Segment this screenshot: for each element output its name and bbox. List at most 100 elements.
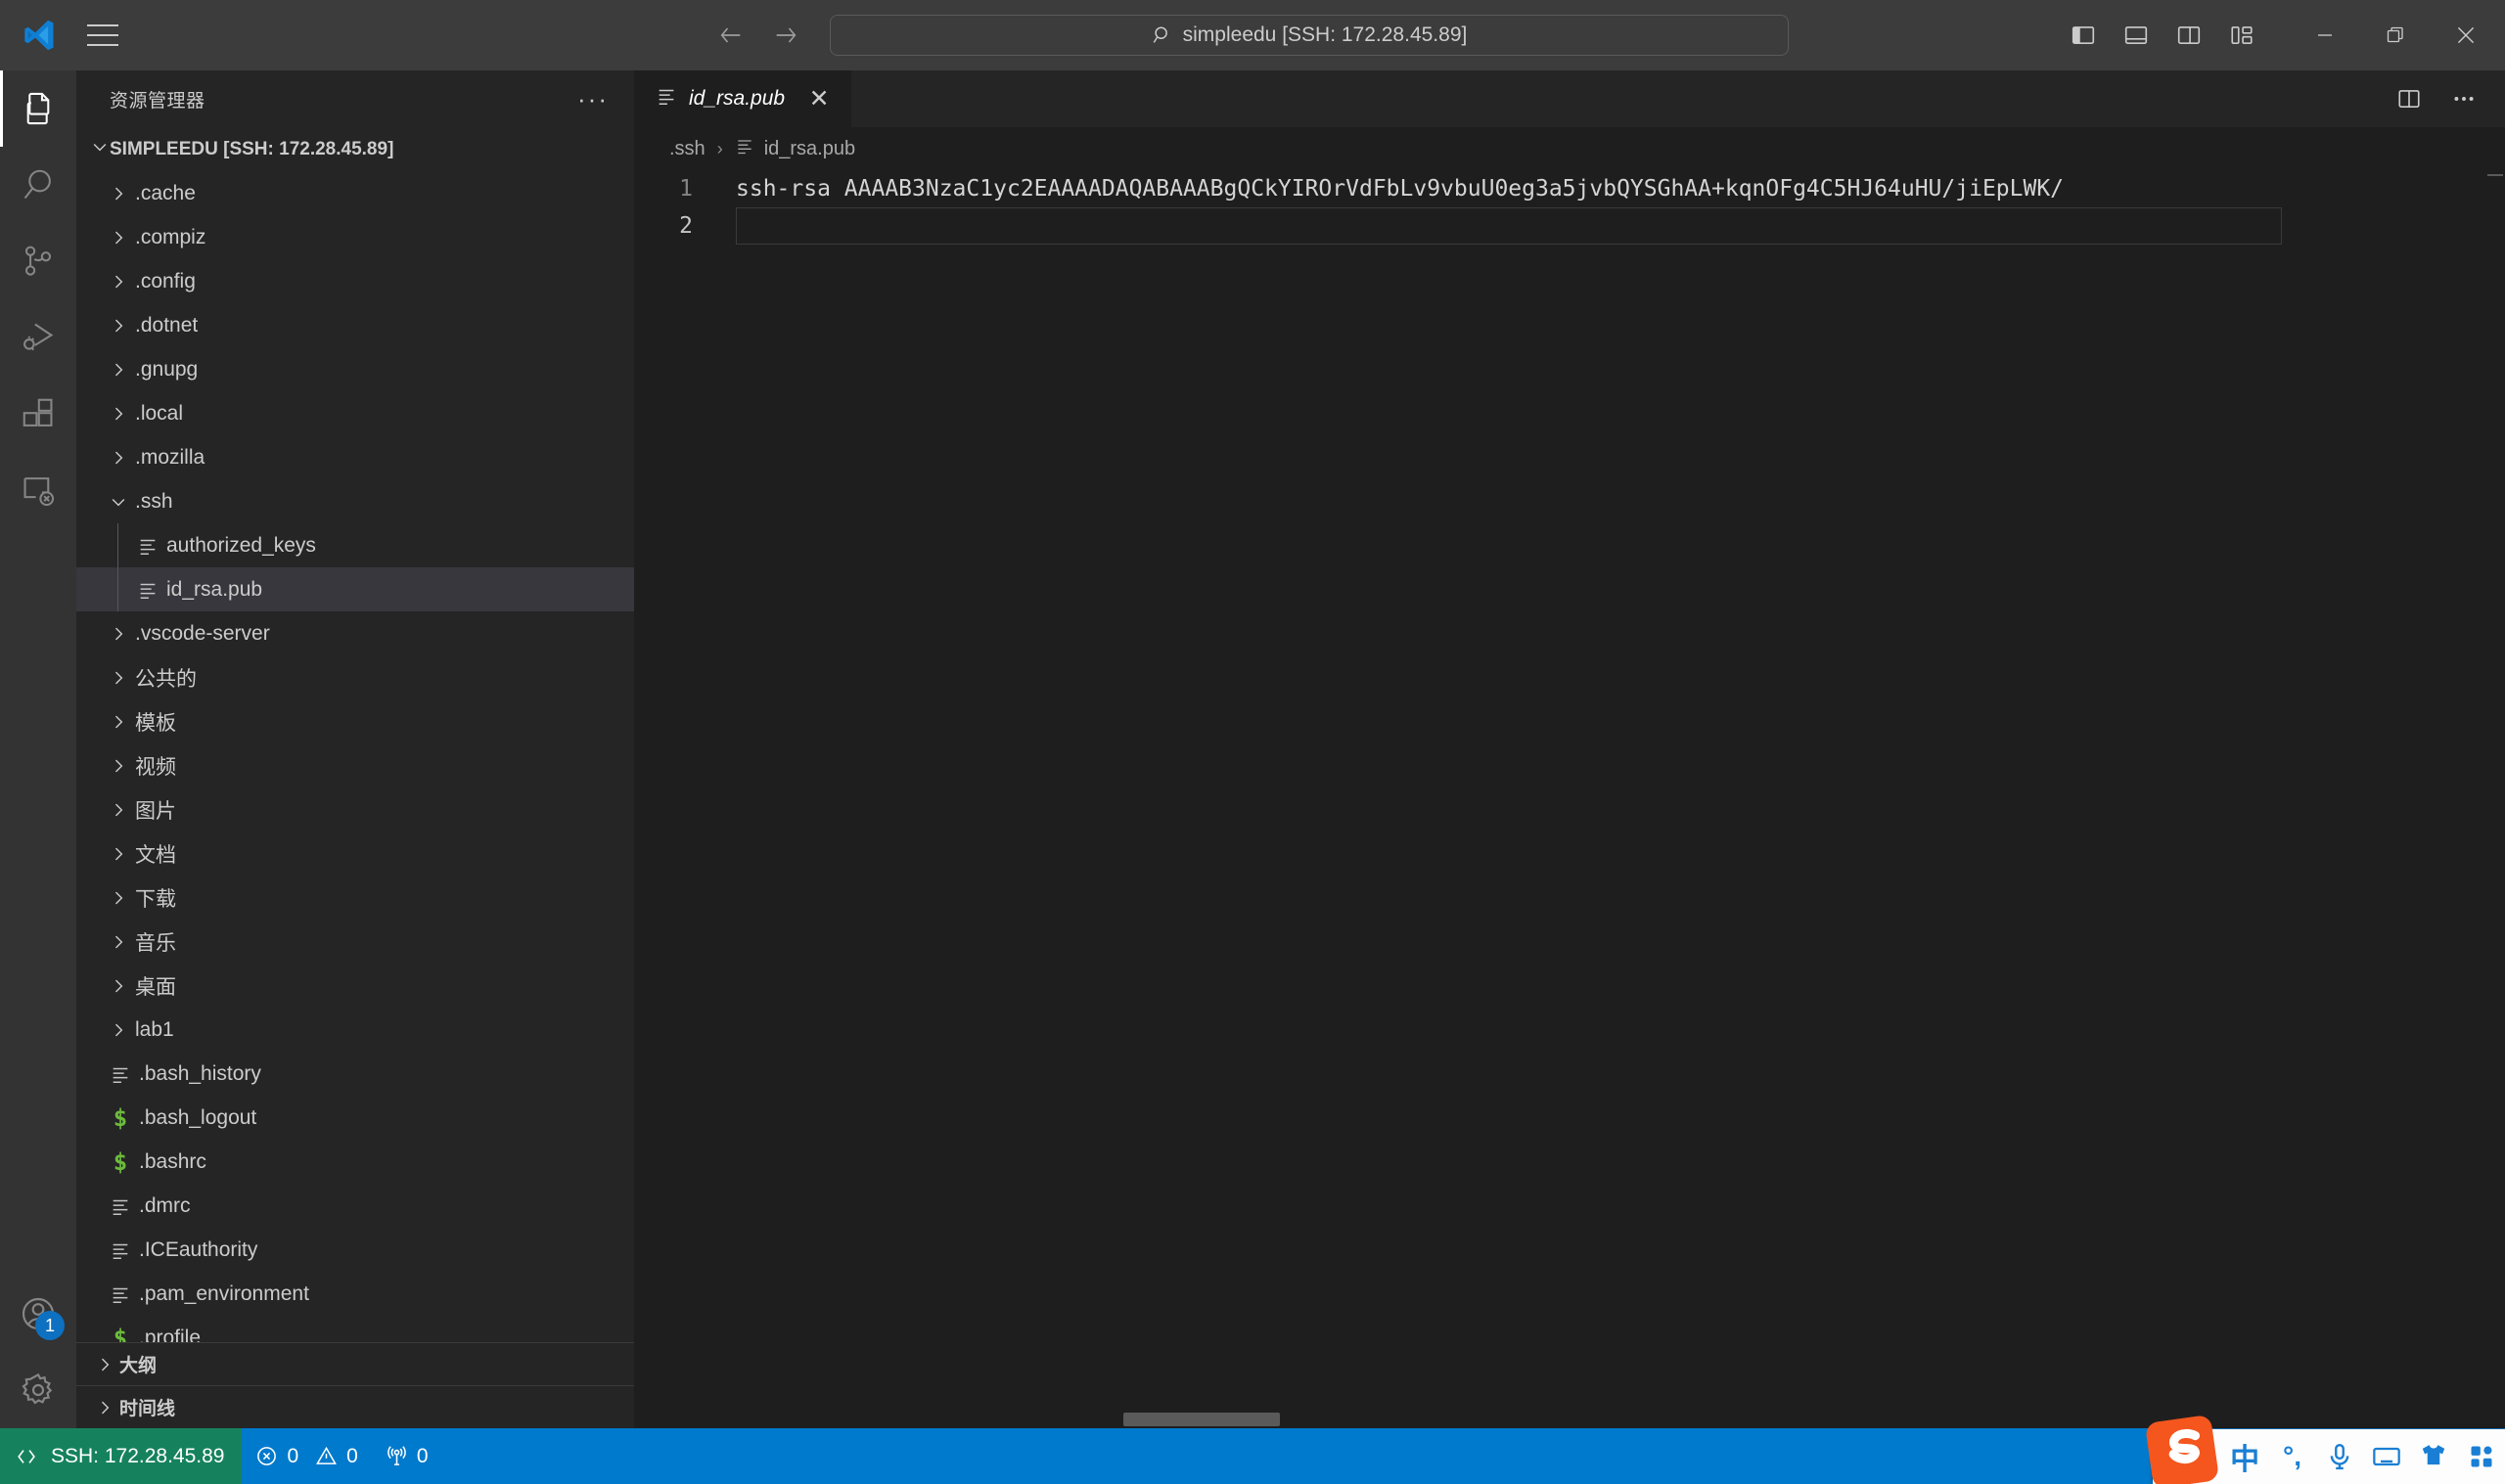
tree-folder-row[interactable]: .ssh <box>76 479 634 523</box>
chevron-down-icon[interactable] <box>104 492 133 512</box>
restore-button[interactable] <box>2360 0 2431 70</box>
customize-layout-button[interactable] <box>2215 9 2268 62</box>
tree-file-row[interactable]: id_rsa.pub <box>76 567 634 611</box>
tree-file-row[interactable]: .ICEauthority <box>76 1228 634 1272</box>
microphone-icon <box>2330 1443 2349 1470</box>
chevron-right-icon[interactable] <box>104 360 133 380</box>
hamburger-menu-icon[interactable] <box>76 0 129 70</box>
tree-folder-row[interactable]: .local <box>76 391 634 435</box>
tree-file-row[interactable]: $ .profile <box>76 1316 634 1343</box>
breadcrumb-item-folder[interactable]: .ssh <box>669 138 706 160</box>
tree-folder-row[interactable]: 图片 <box>76 787 634 832</box>
outline-section[interactable]: 大纲 <box>76 1342 634 1385</box>
activity-explorer[interactable] <box>0 70 76 147</box>
chevron-right-icon[interactable] <box>104 668 133 688</box>
overview-ruler[interactable] <box>2483 170 2505 1428</box>
activity-account[interactable]: 1 <box>0 1276 76 1352</box>
horizontal-scrollbar-thumb[interactable] <box>1123 1413 1280 1426</box>
code-editor[interactable]: 1 ssh-rsa AAAAB3NzaC1yc2EAAAADAQABAAABgQ… <box>634 170 2505 1428</box>
close-button[interactable] <box>2431 0 2501 70</box>
ime-toolbox-button[interactable] <box>2458 1429 2505 1484</box>
file-tree[interactable]: .cache .compiz .config .dotnet .gnupg .local.… <box>76 171 634 1342</box>
chevron-right-icon[interactable] <box>104 184 133 203</box>
ime-punctuation-button[interactable]: °, <box>2268 1429 2315 1484</box>
activity-run-debug[interactable] <box>0 299 76 376</box>
tree-folder-row[interactable]: .compiz <box>76 215 634 259</box>
ime-language-mode-button[interactable]: 中 <box>2221 1429 2268 1484</box>
shirt-icon <box>2423 1445 2445 1465</box>
tab-id-rsa-pub[interactable]: id_rsa.pub ✕ <box>634 70 853 127</box>
breadcrumb-item-file[interactable]: id_rsa.pub <box>735 136 855 161</box>
arrow-right-icon[interactable] <box>771 21 800 50</box>
chevron-right-icon[interactable] <box>104 712 133 732</box>
chevron-right-icon[interactable] <box>104 800 133 820</box>
minimize-button[interactable] <box>2290 0 2360 70</box>
status-error-count: 0 <box>287 1444 299 1467</box>
tree-folder-row[interactable]: 桌面 <box>76 964 634 1008</box>
toggle-secondary-sidebar-button[interactable] <box>2163 9 2215 62</box>
chevron-right-icon[interactable] <box>104 756 133 776</box>
tree-folder-row[interactable]: .vscode-server <box>76 611 634 655</box>
activity-remote-explorer[interactable] <box>0 452 76 528</box>
tree-folder-row[interactable]: 音乐 <box>76 920 634 964</box>
ime-voice-input-button[interactable] <box>2316 1429 2363 1484</box>
chevron-right-icon[interactable] <box>104 888 133 908</box>
tree-folder-row[interactable]: lab1 <box>76 1008 634 1052</box>
chevron-right-icon[interactable] <box>104 404 133 424</box>
activity-settings[interactable] <box>0 1352 76 1428</box>
explorer-root-folder[interactable]: SIMPLEEDU [SSH: 172.28.45.89] <box>76 127 634 171</box>
tree-file-row[interactable]: .bash_history <box>76 1052 634 1096</box>
chevron-right-icon[interactable] <box>104 976 133 996</box>
activity-source-control[interactable] <box>0 223 76 299</box>
chevron-right-icon[interactable] <box>104 844 133 864</box>
command-center[interactable]: simpleedu [SSH: 172.28.45.89] <box>830 15 1789 56</box>
chevron-right-icon[interactable] <box>104 228 133 247</box>
tree-file-row[interactable]: authorized_keys <box>76 523 634 567</box>
tree-file-row[interactable]: .dmrc <box>76 1184 634 1228</box>
overview-ruler-mark <box>2487 174 2503 176</box>
chevron-right-icon[interactable] <box>104 624 133 644</box>
activity-extensions[interactable] <box>0 376 76 452</box>
tree-folder-row[interactable]: 视频 <box>76 743 634 787</box>
explorer-root-label: SIMPLEEDU [SSH: 172.28.45.89] <box>110 138 394 159</box>
tree-folder-row[interactable]: .cache <box>76 171 634 215</box>
arrow-left-icon[interactable] <box>716 21 746 50</box>
chevron-right-icon[interactable] <box>104 272 133 292</box>
sogou-logo-icon[interactable] <box>2141 1414 2223 1484</box>
tree-file-row[interactable]: $ .bashrc <box>76 1140 634 1184</box>
status-remote-indicator[interactable]: SSH: 172.28.45.89 <box>0 1428 243 1484</box>
timeline-section[interactable]: 时间线 <box>76 1385 634 1428</box>
tree-folder-row[interactable]: .mozilla <box>76 435 634 479</box>
chevron-right-icon[interactable] <box>104 448 133 468</box>
horizontal-scrollbar[interactable] <box>634 1411 2505 1428</box>
explorer-more-actions-button[interactable]: ··· <box>566 86 620 112</box>
status-warning-count: 0 <box>346 1444 358 1467</box>
ime-soft-keyboard-button[interactable] <box>2363 1429 2410 1484</box>
more-editor-actions-button[interactable] <box>2437 70 2491 127</box>
toggle-primary-sidebar-button[interactable] <box>2057 9 2110 62</box>
tree-folder-row[interactable]: 文档 <box>76 832 634 876</box>
split-editor-right-button[interactable] <box>2382 70 2437 127</box>
tree-item-label: .gnupg <box>135 357 199 381</box>
chevron-right-icon[interactable] <box>104 316 133 336</box>
activity-search[interactable] <box>0 147 76 223</box>
tree-folder-row[interactable]: .dotnet <box>76 303 634 347</box>
status-problems[interactable]: 0 0 <box>242 1428 371 1484</box>
tree-file-row[interactable]: .pam_environment <box>76 1272 634 1316</box>
toggle-panel-button[interactable] <box>2110 9 2163 62</box>
tree-folder-row[interactable]: .config <box>76 259 634 303</box>
status-ports[interactable]: 0 <box>372 1428 442 1484</box>
breadcrumb-folder-label: .ssh <box>669 137 706 159</box>
remote-indicator-icon <box>18 1449 35 1463</box>
chevron-right-icon[interactable] <box>104 932 133 952</box>
tree-folder-row[interactable]: 模板 <box>76 699 634 743</box>
tab-close-icon[interactable]: ✕ <box>804 84 834 113</box>
chevron-right-icon[interactable] <box>104 1020 133 1040</box>
tree-folder-row[interactable]: .gnupg <box>76 347 634 391</box>
tree-folder-row[interactable]: 公共的 <box>76 655 634 699</box>
tree-folder-row[interactable]: 下载 <box>76 876 634 920</box>
text-file-icon <box>104 1063 137 1085</box>
tree-file-row[interactable]: $ .bash_logout <box>76 1096 634 1140</box>
ime-skin-button[interactable] <box>2410 1429 2457 1484</box>
explorer-title: 资源管理器 <box>110 90 205 112</box>
